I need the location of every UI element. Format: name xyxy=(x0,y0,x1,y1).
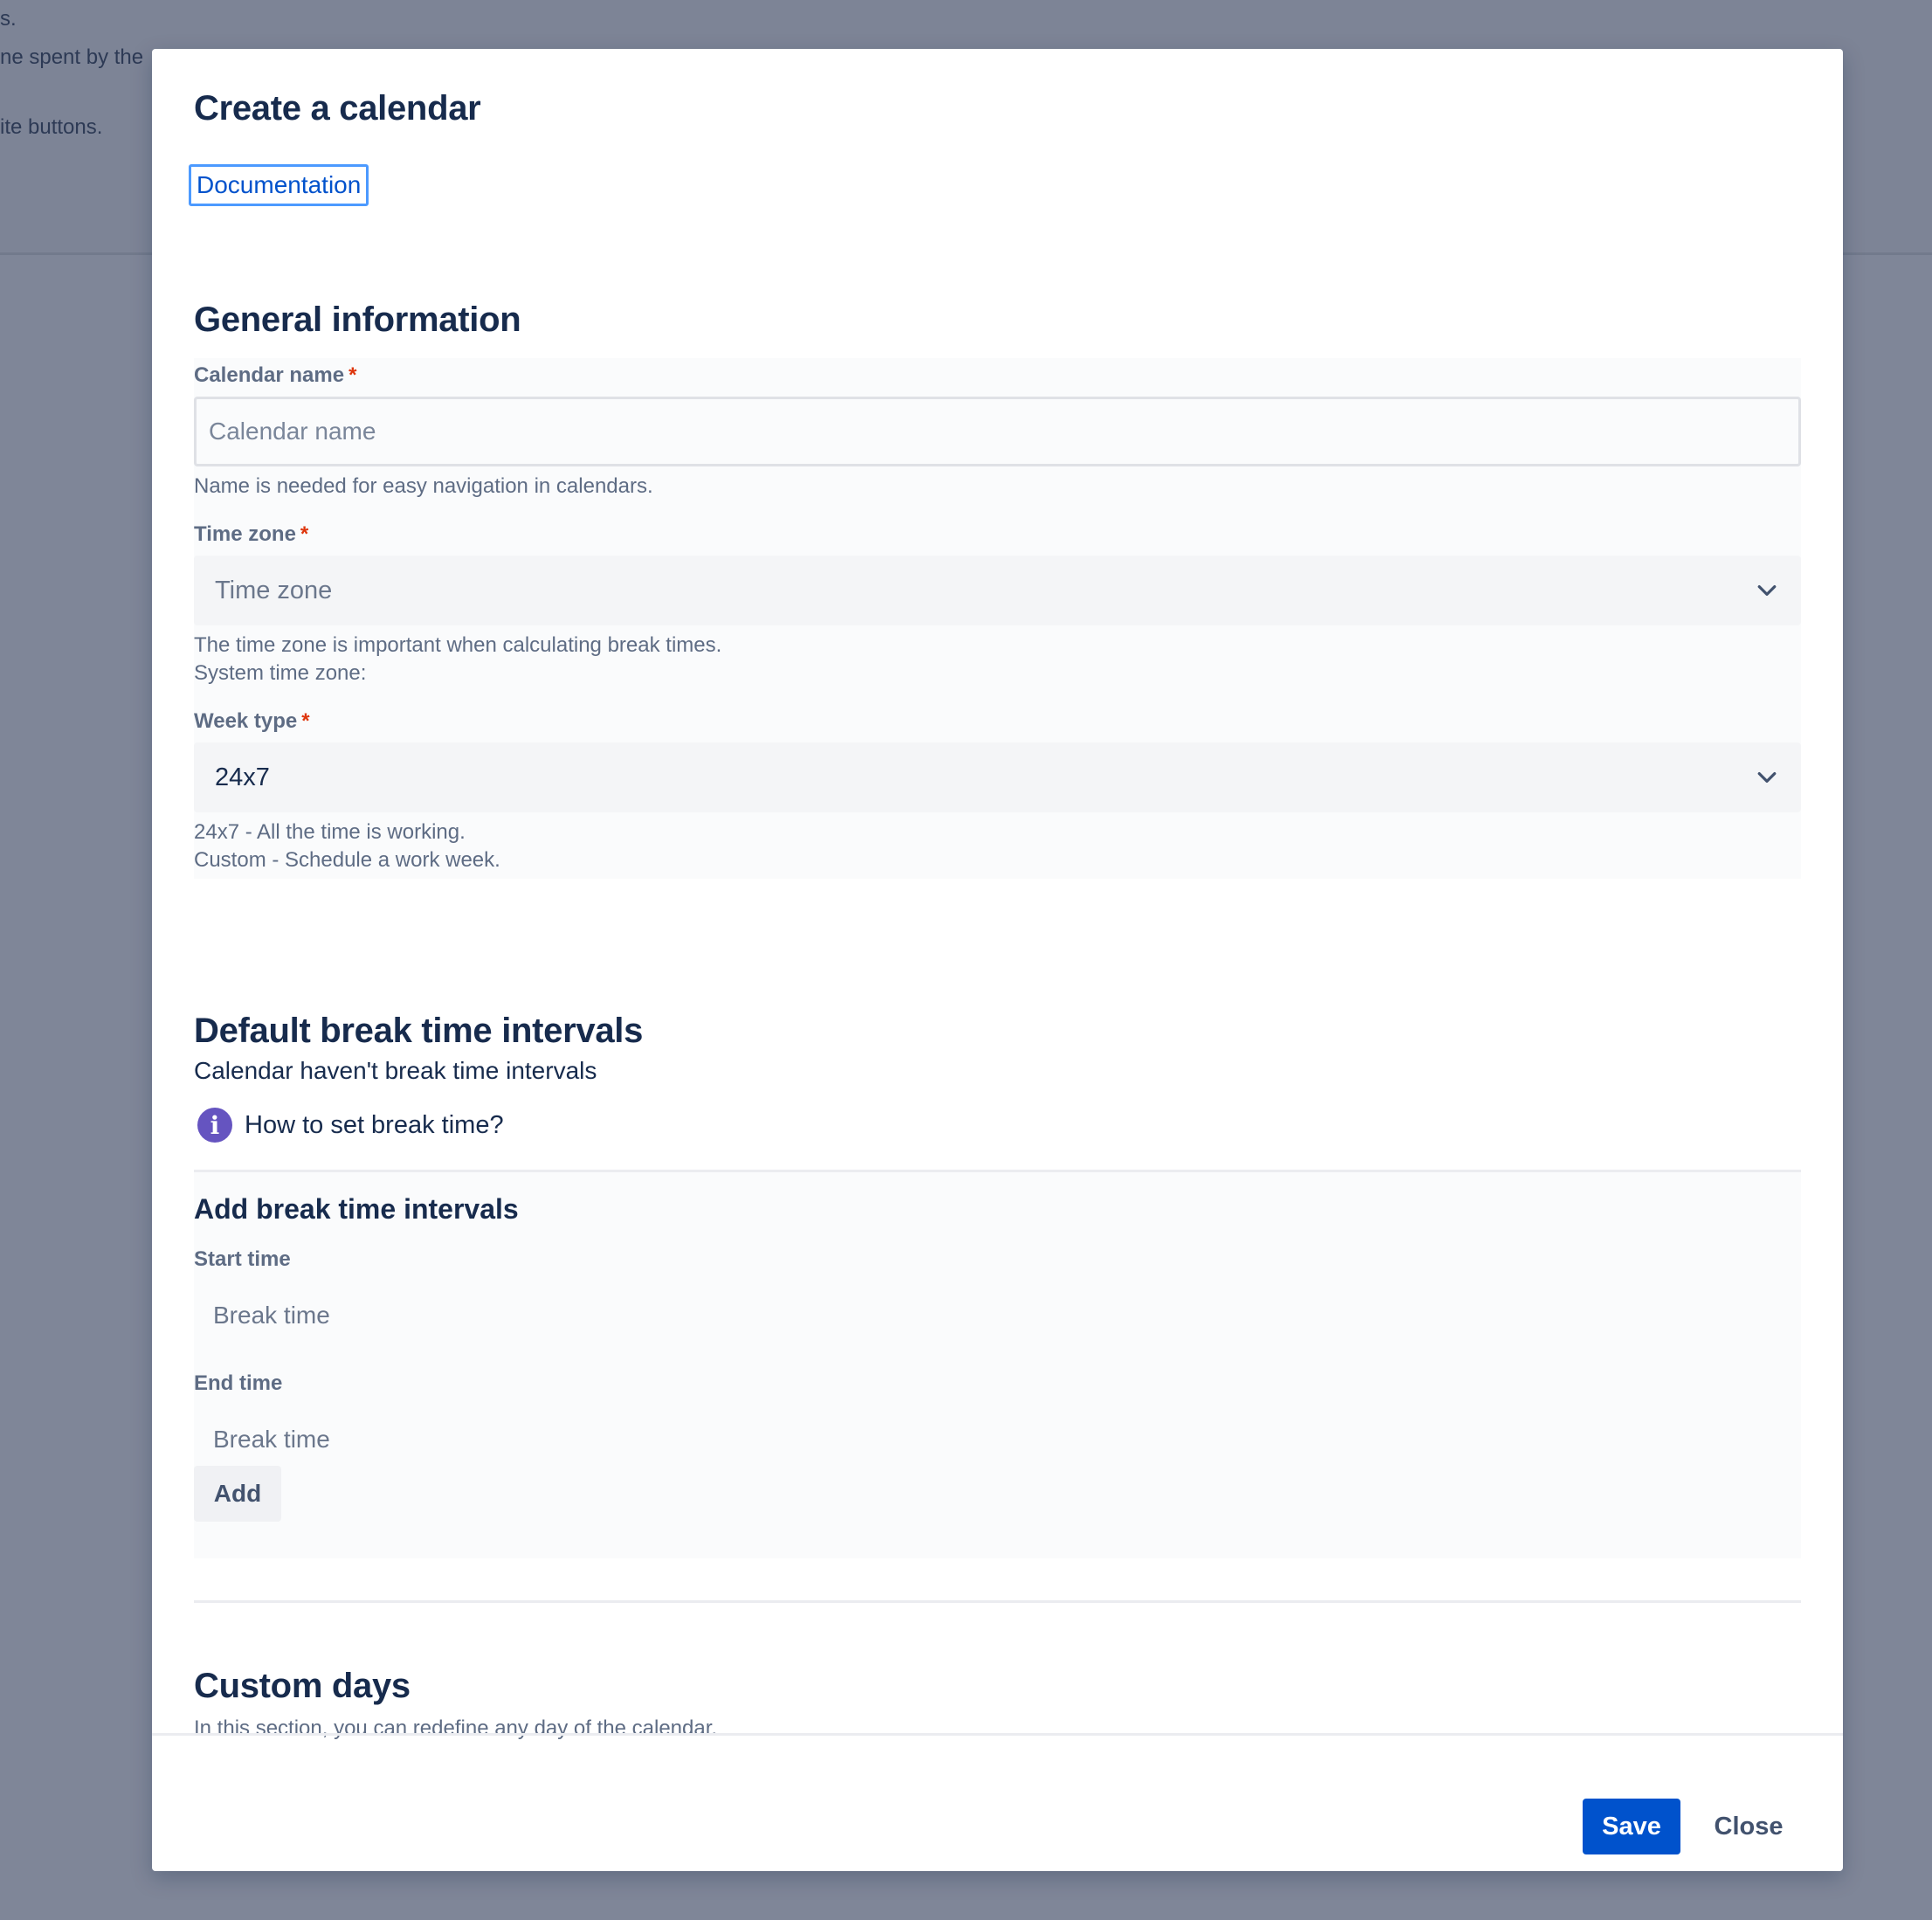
how-to-set-break-time-link[interactable]: i How to set break time? xyxy=(197,1108,504,1143)
required-indicator: * xyxy=(348,363,357,387)
time-zone-helper: The time zone is important when calculat… xyxy=(194,633,722,657)
required-indicator: * xyxy=(301,709,310,733)
dialog-footer: Save Close xyxy=(152,1733,1843,1871)
add-break-intervals-heading: Add break time intervals xyxy=(194,1193,519,1225)
info-icon: i xyxy=(197,1108,232,1143)
week-type-select[interactable]: 24x7 xyxy=(194,742,1801,812)
week-type-helper-24x7: 24x7 - All the time is working. xyxy=(194,820,466,844)
time-zone-label: Time zone * xyxy=(194,522,308,547)
background-text-line: s. xyxy=(0,7,17,31)
chevron-down-icon xyxy=(1757,585,1777,596)
time-zone-select[interactable]: Time zone xyxy=(194,556,1801,625)
time-zone-label-text: Time zone xyxy=(194,522,296,546)
week-type-helper-custom: Custom - Schedule a work week. xyxy=(194,848,500,872)
background-text-line: ite buttons. xyxy=(0,115,103,139)
background-text-line: ne spent by the xyxy=(0,45,144,69)
calendar-name-input[interactable] xyxy=(194,397,1801,466)
chevron-down-icon xyxy=(1757,772,1777,783)
save-button[interactable]: Save xyxy=(1583,1799,1680,1854)
end-time-input[interactable] xyxy=(194,1408,543,1471)
divider xyxy=(194,1600,1801,1603)
add-break-intervals-form xyxy=(194,1172,1801,1558)
general-information-heading: General information xyxy=(194,300,521,339)
custom-days-heading: Custom days xyxy=(194,1667,411,1705)
dialog-body[interactable]: Create a calendar Documentation General … xyxy=(189,49,1801,1731)
dialog-title: Create a calendar xyxy=(194,89,481,128)
week-type-label: Week type * xyxy=(194,709,310,734)
no-break-intervals-text: Calendar haven't break time intervals xyxy=(194,1057,597,1084)
calendar-name-helper: Name is needed for easy navigation in ca… xyxy=(194,474,653,498)
break-intervals-heading: Default break time intervals xyxy=(194,1012,644,1050)
time-zone-select-placeholder: Time zone xyxy=(215,576,333,604)
week-type-label-text: Week type xyxy=(194,709,298,733)
how-to-set-break-time-text: How to set break time? xyxy=(245,1110,504,1139)
create-calendar-dialog: Create a calendar Documentation General … xyxy=(152,49,1843,1871)
start-time-input[interactable] xyxy=(194,1284,543,1347)
documentation-link[interactable]: Documentation xyxy=(189,164,369,206)
week-type-select-value: 24x7 xyxy=(215,763,270,791)
add-break-interval-button[interactable]: Add xyxy=(194,1466,281,1522)
close-button[interactable]: Close xyxy=(1696,1799,1801,1854)
end-time-label: End time xyxy=(194,1371,283,1395)
calendar-name-label-text: Calendar name xyxy=(194,363,345,387)
required-indicator: * xyxy=(300,522,309,546)
start-time-label: Start time xyxy=(194,1247,291,1271)
system-time-zone-text: System time zone: xyxy=(194,661,367,685)
calendar-name-label: Calendar name * xyxy=(194,363,356,388)
